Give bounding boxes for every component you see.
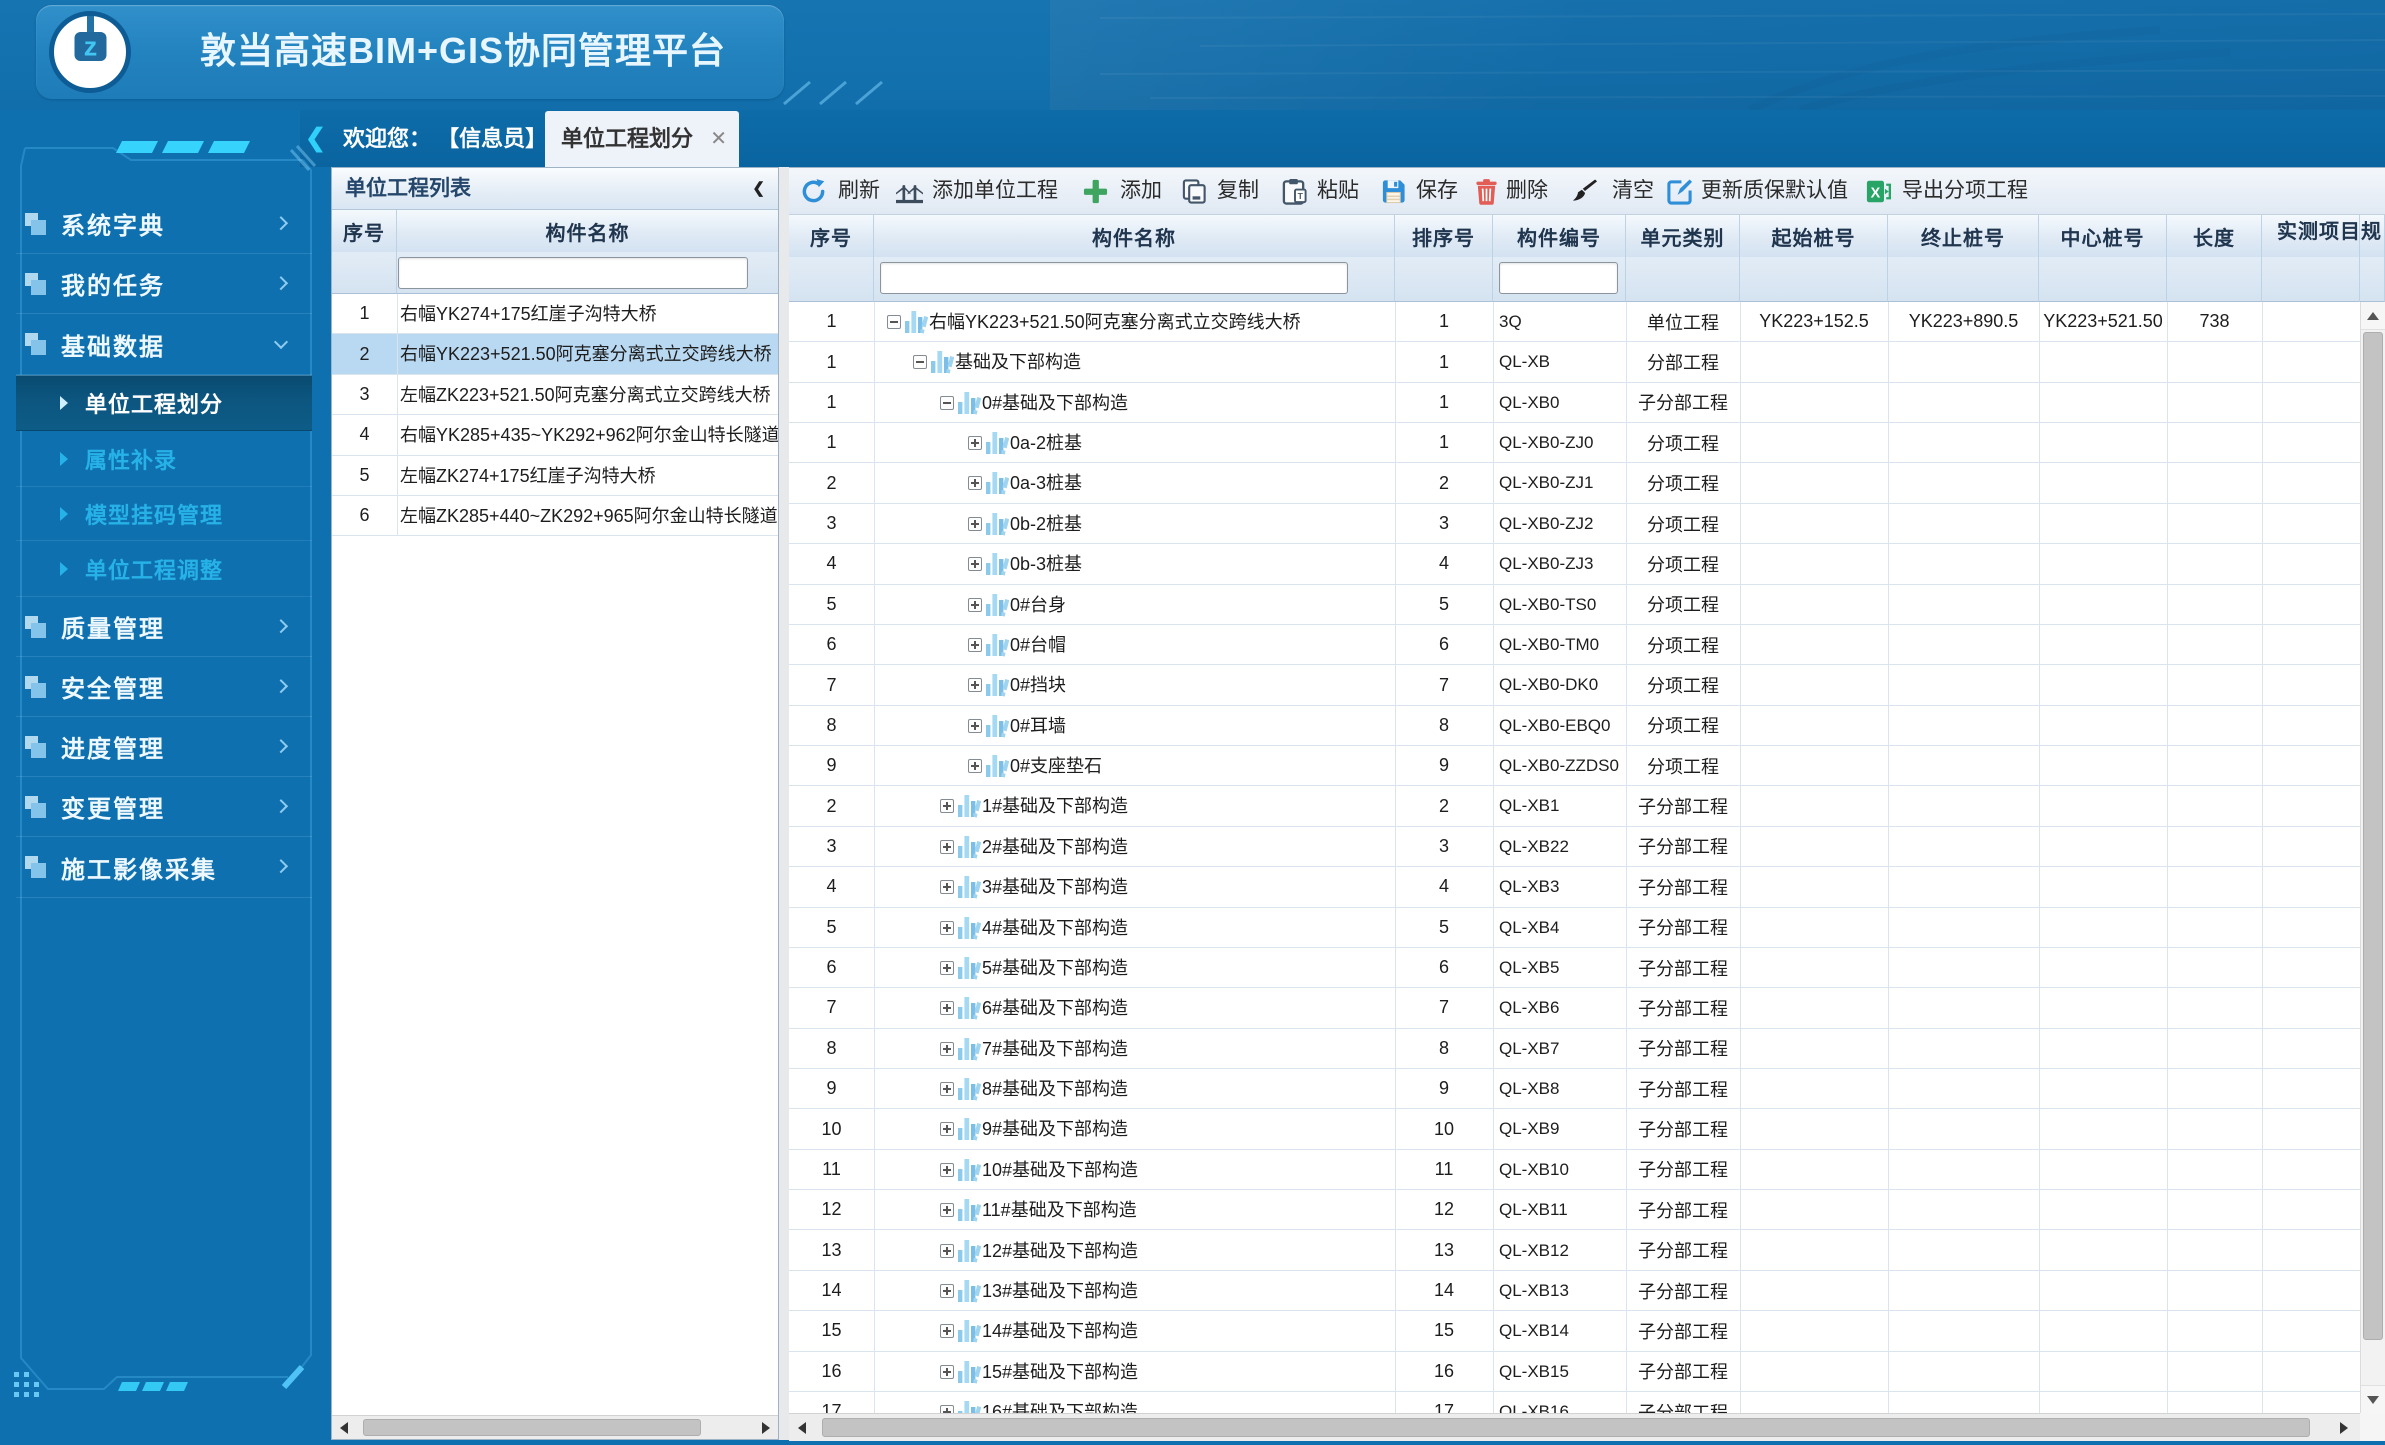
svg-text:T: T [1298,191,1304,201]
svg-text:X: X [1871,185,1881,201]
svg-text:z: z [84,32,98,62]
